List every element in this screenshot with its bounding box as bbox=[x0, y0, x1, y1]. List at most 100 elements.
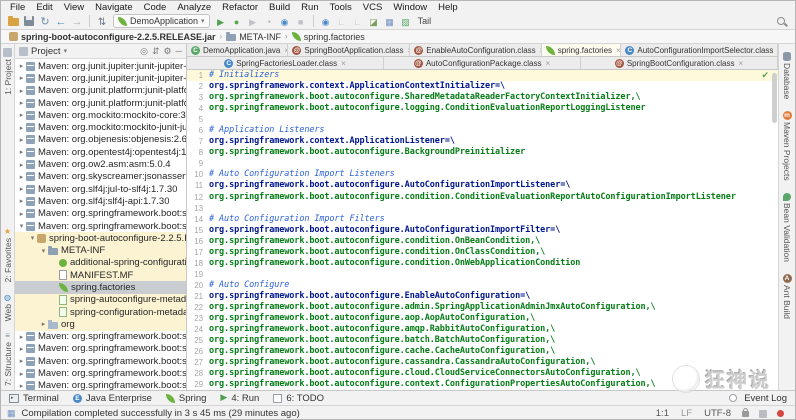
tree-chevron-icon[interactable]: ▸ bbox=[39, 320, 48, 328]
tree-row[interactable]: ▸Maven: org.ow2.asm:asm:5.0.4 bbox=[15, 158, 186, 170]
status-segment-lf[interactable]: LF bbox=[681, 408, 692, 419]
toolbar-button-open-folder-icon[interactable] bbox=[5, 14, 21, 29]
toolbar-button-search-everywhere-icon[interactable] bbox=[318, 14, 334, 29]
stripe-button----structure[interactable]: 7: Structure bbox=[3, 331, 13, 386]
tree-chevron-icon[interactable]: ▸ bbox=[17, 136, 26, 144]
menu-vcs[interactable]: VCS bbox=[358, 2, 388, 13]
tree-row[interactable]: ▸Maven: org.slf4j:jul-to-slf4j:1.7.30 bbox=[15, 183, 186, 195]
toolbar-button-console-icon[interactable] bbox=[334, 14, 350, 29]
stripe-button----favorites[interactable]: 2: Favorites bbox=[3, 227, 13, 282]
close-icon[interactable]: × bbox=[738, 59, 743, 68]
tree-row[interactable]: ▸Maven: org.objenesis:objenesis:2.6 bbox=[15, 134, 186, 146]
menu-build[interactable]: Build bbox=[264, 2, 295, 13]
tail-plugin-label[interactable]: Tail bbox=[418, 16, 432, 26]
toolbar-button-coverage-icon[interactable] bbox=[245, 14, 261, 29]
toolbar-button-structure-win-icon[interactable] bbox=[382, 14, 398, 29]
tree-chevron-icon[interactable]: ▸ bbox=[17, 111, 26, 119]
menu-navigate[interactable]: Navigate bbox=[90, 2, 138, 13]
stripe-button-database[interactable]: Database bbox=[782, 52, 792, 99]
menu-window[interactable]: Window bbox=[388, 2, 432, 13]
tree-chevron-icon[interactable]: ▸ bbox=[17, 173, 26, 181]
tree-row[interactable]: ▸Maven: org.springframework.boot:spring bbox=[15, 380, 186, 390]
tree-chevron-icon[interactable]: ▸ bbox=[17, 357, 26, 365]
tree-chevron-icon[interactable]: ▸ bbox=[17, 382, 26, 390]
status-segment-utf-8[interactable]: UTF-8 bbox=[704, 408, 731, 419]
tree-row[interactable]: ▸Maven: org.springframework.boot:spring bbox=[15, 208, 186, 220]
status-segment-1-1[interactable]: 1:1 bbox=[656, 408, 669, 419]
toolbar-button-save-all-icon[interactable] bbox=[21, 14, 37, 29]
toolbar-button-profiler-icon[interactable] bbox=[261, 14, 277, 29]
tree-chevron-icon[interactable]: ▸ bbox=[17, 370, 26, 378]
tree-row[interactable]: ▸Maven: org.skyscreamer:jsonassert:1.5.0 bbox=[15, 171, 186, 183]
menu-run[interactable]: Run bbox=[296, 2, 323, 13]
editor-tab[interactable]: CAutoConfigurationImportSelector.class× bbox=[621, 44, 778, 56]
tree-row[interactable]: ▸org bbox=[15, 318, 186, 330]
tree-chevron-icon[interactable]: ▸ bbox=[17, 333, 26, 341]
editor-scrollbar[interactable] bbox=[772, 73, 777, 123]
toolbar-button-back-icon[interactable] bbox=[53, 14, 69, 29]
tree-row[interactable]: ▸Maven: org.junit.jupiter:junit-jupiter-… bbox=[15, 72, 186, 84]
tree-row[interactable]: ▸Maven: org.junit.platform:junit-platfor… bbox=[15, 97, 186, 109]
toolwindow-button-spring[interactable]: Spring bbox=[166, 393, 206, 404]
breadcrumb-item[interactable]: spring-boot-autoconfigure-2.2.5.RELEASE.… bbox=[7, 32, 218, 42]
menu-view[interactable]: View bbox=[59, 2, 89, 13]
toolbar-button-forward-icon[interactable] bbox=[69, 14, 85, 29]
stripe-button-bean-validation[interactable]: Bean Validation bbox=[782, 193, 792, 262]
menu-code[interactable]: Code bbox=[139, 2, 172, 13]
stripe-button-web[interactable]: Web bbox=[3, 293, 13, 321]
highlighting-level-icon[interactable] bbox=[759, 410, 767, 418]
tree-row[interactable]: spring-autoconfigure-metadat bbox=[15, 294, 186, 306]
toolwindow-button----todo[interactable]: 6: TODO bbox=[273, 393, 324, 404]
toolbar-button-sort-icon[interactable] bbox=[94, 14, 110, 29]
toolbar-button-plugin-icon[interactable] bbox=[398, 14, 414, 29]
toolbar-button-stop-icon[interactable] bbox=[293, 14, 309, 29]
menu-refactor[interactable]: Refactor bbox=[217, 2, 263, 13]
toolbar-button-debug-icon[interactable] bbox=[229, 14, 245, 29]
editor-tab[interactable]: spring.factories× bbox=[542, 44, 622, 56]
stripe-button-maven-projects[interactable]: mMaven Projects bbox=[782, 111, 792, 181]
menu-tools[interactable]: Tools bbox=[325, 2, 357, 13]
menu-edit[interactable]: Edit bbox=[31, 2, 57, 13]
tree-chevron-icon[interactable]: ▸ bbox=[17, 185, 26, 193]
toolwindow-button-terminal[interactable]: Terminal bbox=[9, 393, 59, 404]
tree-chevron-icon[interactable]: ▸ bbox=[17, 124, 26, 132]
tree-row[interactable]: MANIFEST.MF bbox=[15, 269, 186, 281]
collapse-all-icon[interactable] bbox=[152, 47, 160, 56]
tree-chevron-icon[interactable]: ▸ bbox=[17, 99, 26, 107]
tree-chevron-icon[interactable]: ▸ bbox=[17, 161, 26, 169]
tree-chevron-icon[interactable]: ▸ bbox=[17, 345, 26, 353]
tree-row[interactable]: ▸Maven: org.springframework.boot:spring bbox=[15, 343, 186, 355]
gear-icon[interactable] bbox=[164, 47, 172, 56]
menu-file[interactable]: File bbox=[5, 2, 30, 13]
tree-chevron-icon[interactable]: ▸ bbox=[17, 210, 26, 218]
tree-row[interactable]: ▸Maven: org.mockito:mockito-junit-jupite… bbox=[15, 121, 186, 133]
breadcrumb-item[interactable]: spring.factories bbox=[290, 32, 367, 42]
toolbar-button-rerun-icon[interactable] bbox=[277, 14, 293, 29]
toolbar-button-sync-icon[interactable] bbox=[37, 14, 53, 29]
editor-tab[interactable]: CDemoApplication.java× bbox=[187, 44, 288, 56]
tool-window-toggle-icon[interactable] bbox=[7, 409, 16, 419]
run-configuration-combo[interactable]: DemoApplication▾ bbox=[113, 14, 210, 28]
hide-panel-icon[interactable] bbox=[176, 47, 182, 56]
tree-chevron-icon[interactable]: ▾ bbox=[39, 247, 48, 255]
tree-row[interactable]: ▸Maven: org.mockito:mockito-core:3.1.0 bbox=[15, 109, 186, 121]
tree-chevron-icon[interactable]: ▸ bbox=[17, 62, 26, 70]
tree-chevron-icon[interactable]: ▾ bbox=[28, 234, 37, 242]
stripe-button----project[interactable]: 1: Project bbox=[3, 48, 13, 95]
menu-help[interactable]: Help bbox=[433, 2, 463, 13]
event-log-button[interactable]: Event Log bbox=[729, 393, 787, 404]
toolwindow-button-java-enterprise[interactable]: EJava Enterprise bbox=[73, 393, 152, 404]
editor-tab[interactable]: CSpringFactoriesLoader.class× bbox=[187, 57, 384, 69]
locate-file-icon[interactable] bbox=[140, 47, 148, 56]
tree-chevron-icon[interactable]: ▸ bbox=[17, 197, 26, 205]
tree-row[interactable]: ▸Maven: org.junit.jupiter:junit-jupiter-… bbox=[15, 60, 186, 72]
readonly-lock-icon[interactable] bbox=[742, 411, 749, 417]
editor-tab[interactable]: @SpringBootConfiguration.class× bbox=[581, 57, 778, 69]
tree-row[interactable]: spring.factories bbox=[15, 281, 186, 293]
editor[interactable]: ✔ 1# Initializers2org.springframework.co… bbox=[187, 70, 778, 390]
tree-chevron-icon[interactable]: ▸ bbox=[17, 74, 26, 82]
editor-tab[interactable]: @AutoConfigurationPackage.class× bbox=[384, 57, 581, 69]
tree-row[interactable]: ▸Maven: org.springframework.boot:spring bbox=[15, 331, 186, 343]
editor-tab[interactable]: @SpringBootApplication.class× bbox=[288, 44, 410, 56]
breadcrumb-item[interactable]: META-INF bbox=[224, 32, 283, 42]
